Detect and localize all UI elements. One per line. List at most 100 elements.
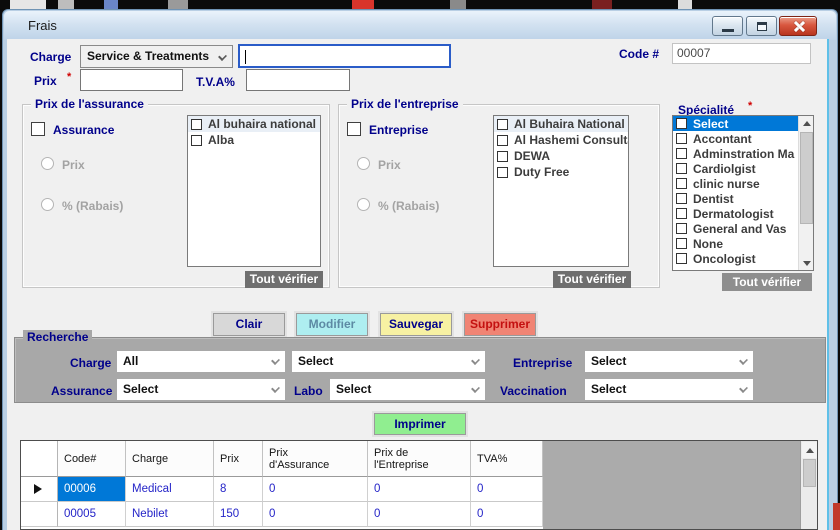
- recherche-charge-type-combobox[interactable]: Select: [292, 351, 485, 372]
- checkbox-icon[interactable]: [676, 133, 687, 144]
- close-icon: [793, 21, 804, 32]
- scroll-down-button[interactable]: [799, 255, 814, 270]
- checkbox-icon[interactable]: [676, 118, 687, 129]
- grid-row-selector[interactable]: [21, 502, 58, 527]
- checkbox-icon[interactable]: [676, 193, 687, 204]
- grid-cell[interactable]: Medical: [126, 477, 214, 502]
- checkbox-icon[interactable]: [191, 119, 202, 130]
- grid-row-selector[interactable]: [21, 477, 58, 502]
- entreprise-prix-radio[interactable]: [357, 157, 370, 170]
- list-item[interactable]: Select: [673, 116, 798, 131]
- grid-column-header[interactable]: Charge: [126, 441, 214, 477]
- grid-column-header[interactable]: Code#: [58, 441, 126, 477]
- checkbox-icon[interactable]: [497, 167, 508, 178]
- background-icon: [352, 0, 374, 9]
- code-input[interactable]: 00007: [672, 43, 811, 64]
- grid-cell[interactable]: 0: [368, 502, 471, 527]
- grid-cell[interactable]: 0: [471, 502, 543, 527]
- grid-column-header[interactable]: Prix: [214, 441, 263, 477]
- recherche-entreprise-label: Entreprise: [513, 356, 572, 370]
- grid-cell[interactable]: 0: [471, 477, 543, 502]
- grid-cell[interactable]: 0: [368, 477, 471, 502]
- checkbox-icon[interactable]: [676, 163, 687, 174]
- list-item[interactable]: Accontant: [673, 131, 798, 146]
- specialite-verify-all-button[interactable]: Tout vérifier: [722, 273, 812, 291]
- screen: Frais Charge Service & Treatments Code #…: [0, 0, 840, 530]
- prix-input[interactable]: [80, 69, 183, 91]
- list-item[interactable]: Cardiolgist: [673, 161, 798, 176]
- checkbox-icon[interactable]: [676, 208, 687, 219]
- sauvegar-button[interactable]: Sauvegar: [380, 313, 452, 336]
- checkbox-icon[interactable]: [676, 253, 687, 264]
- list-item[interactable]: Al Buhaira National: [494, 116, 628, 132]
- chevron-down-icon: [739, 356, 748, 365]
- supprimer-button[interactable]: Supprimer: [464, 313, 536, 336]
- grid-cell[interactable]: 8: [214, 477, 263, 502]
- clair-button[interactable]: Clair: [213, 313, 285, 336]
- checkbox-icon[interactable]: [676, 178, 687, 189]
- chevron-down-icon: [471, 384, 480, 393]
- entreprise-rabais-radio[interactable]: [357, 198, 370, 211]
- grid-cell[interactable]: 150: [214, 502, 263, 527]
- charge-type-combobox[interactable]: Service & Treatments: [80, 45, 233, 68]
- grid-cell[interactable]: 00006: [58, 477, 126, 502]
- grid-cell[interactable]: Nebilet: [126, 502, 214, 527]
- list-item[interactable]: Duty Free: [494, 164, 628, 180]
- recherche-charge-combobox[interactable]: All: [117, 351, 285, 372]
- list-item[interactable]: clinic nurse: [673, 176, 798, 191]
- specialite-scrollbar[interactable]: [798, 116, 813, 270]
- scrollbar-thumb[interactable]: [803, 459, 816, 487]
- list-item[interactable]: DEWA: [494, 148, 628, 164]
- checkbox-icon[interactable]: [676, 238, 687, 249]
- entreprise-checkbox[interactable]: [347, 122, 361, 136]
- list-item[interactable]: Al Hashemi Consulta: [494, 132, 628, 148]
- list-item[interactable]: Al buhaira national: [188, 116, 320, 132]
- grid-corner-header[interactable]: [21, 441, 58, 477]
- checkbox-icon[interactable]: [676, 148, 687, 159]
- list-item[interactable]: General and Vas: [673, 221, 798, 236]
- list-item[interactable]: Dentist: [673, 191, 798, 206]
- list-item[interactable]: Dermatologist: [673, 206, 798, 221]
- checkbox-icon[interactable]: [497, 151, 508, 162]
- window-title: Frais: [28, 18, 57, 33]
- assurance-verify-all-button[interactable]: Tout vérifier: [245, 271, 323, 288]
- maximize-button[interactable]: [746, 16, 777, 36]
- recherche-vaccination-combobox[interactable]: Select: [585, 379, 753, 400]
- close-button[interactable]: [779, 16, 817, 36]
- checkbox-icon[interactable]: [497, 119, 508, 130]
- assurance-rabais-radio[interactable]: [41, 198, 54, 211]
- code-label: Code #: [619, 47, 659, 61]
- prix-required-marker: *: [67, 71, 71, 83]
- imprimer-button[interactable]: Imprimer: [374, 413, 466, 435]
- grid-column-header[interactable]: TVA%: [471, 441, 543, 477]
- checkbox-icon[interactable]: [497, 135, 508, 146]
- scrollbar-thumb[interactable]: [800, 132, 813, 224]
- recherche-entreprise-combobox[interactable]: Select: [585, 351, 753, 372]
- grid-cell[interactable]: 0: [263, 502, 368, 527]
- minimize-button[interactable]: [712, 16, 743, 36]
- title-bar[interactable]: Frais: [4, 11, 836, 40]
- entreprise-verify-all-button[interactable]: Tout vérifier: [553, 271, 631, 288]
- list-item[interactable]: None: [673, 236, 798, 251]
- recherche-labo-combobox[interactable]: Select: [330, 379, 485, 400]
- assurance-checkbox[interactable]: [31, 122, 45, 136]
- charge-name-input[interactable]: [238, 44, 451, 68]
- entreprise-group: Prix de l'entreprise Entreprise Prix % (…: [338, 104, 660, 288]
- list-item[interactable]: Oncologist: [673, 251, 798, 266]
- grid-cell[interactable]: 00005: [58, 502, 126, 527]
- entreprise-checklist: Al Buhaira National Al Hashemi Consulta …: [493, 115, 629, 267]
- grid-column-header[interactable]: Prixd'Assurance: [263, 441, 368, 477]
- scroll-up-button[interactable]: [802, 442, 817, 458]
- modifier-button[interactable]: Modifier: [296, 313, 368, 336]
- assurance-prix-radio[interactable]: [41, 157, 54, 170]
- list-item[interactable]: Adminstration Ma: [673, 146, 798, 161]
- grid-cell[interactable]: 0: [263, 477, 368, 502]
- grid-column-header[interactable]: Prix del'Entreprise: [368, 441, 471, 477]
- recherche-assurance-combobox[interactable]: Select: [117, 379, 285, 400]
- tva-input[interactable]: [246, 69, 350, 91]
- scroll-up-button[interactable]: [799, 116, 814, 131]
- checkbox-icon[interactable]: [676, 223, 687, 234]
- list-item[interactable]: Alba: [188, 132, 320, 148]
- grid-scrollbar[interactable]: [800, 441, 817, 529]
- checkbox-icon[interactable]: [191, 135, 202, 146]
